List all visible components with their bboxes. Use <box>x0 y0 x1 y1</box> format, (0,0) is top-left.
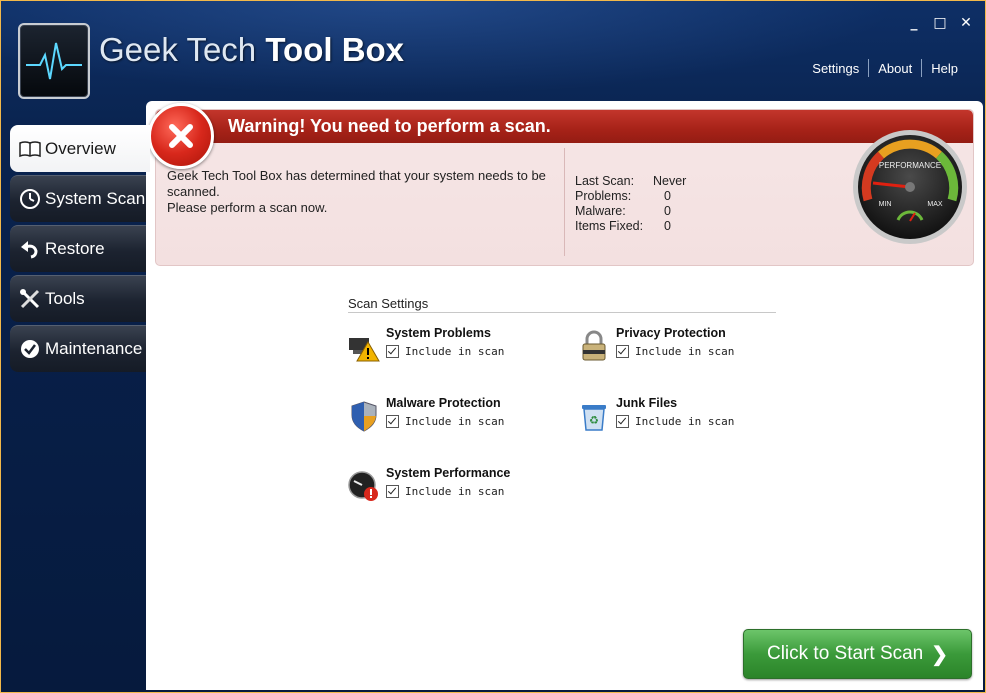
stat-label: Malware: <box>575 204 626 218</box>
stat-value: Never <box>653 174 687 188</box>
include-checkbox[interactable] <box>616 415 629 428</box>
padlock-icon <box>578 330 610 362</box>
stat-value: 0 <box>664 189 671 203</box>
option-name: System Problems <box>386 326 491 340</box>
divider <box>564 148 565 256</box>
stat-malware: Malware: 0 <box>575 204 686 219</box>
error-x-icon <box>148 103 214 169</box>
svg-text:♻: ♻ <box>589 414 599 427</box>
include-checkbox-row: Include in scan <box>386 415 504 428</box>
scan-stats: Last Scan: Never Problems: 0 Malware: 0 … <box>575 174 686 234</box>
maximize-button[interactable]: □ <box>933 15 947 31</box>
sidebar-item-label: Overview <box>45 139 116 158</box>
option-name: Junk Files <box>616 396 678 410</box>
sidebar-item-overview[interactable]: Overview <box>10 125 150 172</box>
system-problems-icon <box>348 330 380 362</box>
start-scan-button[interactable]: Click to Start Scan ❯ <box>743 629 972 679</box>
stat-label: Last Scan: <box>575 174 635 188</box>
chevron-right-icon: ❯ <box>931 643 949 666</box>
clock-icon <box>19 188 41 210</box>
scan-settings-title: Scan Settings <box>348 296 776 313</box>
main-panel: Warning! You need to perform a scan. Gee… <box>146 101 983 690</box>
option-privacy-protection: Privacy Protection Include in scan <box>578 326 778 366</box>
settings-link[interactable]: Settings <box>803 61 868 76</box>
checkbox-label: Include in scan <box>405 485 505 498</box>
app-title-light: Geek Tech <box>99 31 257 68</box>
warning-message-line2: Please perform a scan now. <box>167 200 328 215</box>
option-name: System Performance <box>386 466 511 480</box>
top-links: Settings About Help <box>803 59 967 77</box>
sidebar-item-label: Restore <box>45 239 105 258</box>
scan-settings: Scan Settings <box>348 296 778 313</box>
include-checkbox[interactable] <box>386 485 399 498</box>
include-checkbox-row: Include in scan <box>616 345 734 358</box>
stat-last-scan: Last Scan: Never <box>575 174 686 189</box>
option-system-problems: System Problems Include in scan <box>348 326 548 366</box>
recycle-bin-icon: ♻ <box>578 400 610 432</box>
start-scan-label: Click to Start Scan <box>766 643 924 664</box>
performance-gauge-icon: PERFORMANCE MIN MAX <box>851 128 969 246</box>
option-name: Malware Protection <box>386 396 501 410</box>
include-checkbox-row: Include in scan <box>386 345 504 358</box>
warning-message-line1: Geek Tech Tool Box has determined that y… <box>167 168 546 199</box>
include-checkbox[interactable] <box>616 345 629 358</box>
undo-arrow-icon <box>19 238 41 260</box>
close-button[interactable]: ✕ <box>959 15 973 31</box>
stat-value: 0 <box>664 204 671 218</box>
tools-icon <box>19 288 41 310</box>
gauge-min-label: MIN <box>879 201 892 208</box>
app-logo-icon <box>18 23 90 99</box>
checkbox-label: Include in scan <box>405 415 505 428</box>
option-malware-protection: Malware Protection Include in scan <box>348 396 548 436</box>
stat-label: Items Fixed: <box>575 219 644 233</box>
app-title: Geek Tech Tool Box <box>99 31 404 69</box>
sidebar-item-maintenance[interactable]: Maintenance <box>10 325 148 372</box>
include-checkbox-row: Include in scan <box>386 485 504 498</box>
stat-problems: Problems: 0 <box>575 189 686 204</box>
sidebar-item-label: Tools <box>45 289 85 308</box>
gauge-max-label: MAX <box>927 201 943 208</box>
gauge-label: PERFORMANCE <box>879 161 941 170</box>
option-name: Privacy Protection <box>616 326 726 340</box>
help-link[interactable]: Help <box>922 61 967 76</box>
minimize-button[interactable]: _ <box>907 15 921 31</box>
app-title-bold: Tool Box <box>265 31 405 68</box>
checkbox-label: Include in scan <box>635 415 735 428</box>
sidebar-item-label: System Scan <box>45 189 146 208</box>
about-link[interactable]: About <box>869 61 921 76</box>
performance-alert-icon <box>348 470 380 502</box>
app-window: _ □ ✕ Geek Tech Tool Box Settings About … <box>1 1 985 692</box>
option-junk-files: ♻ Junk Files Include in scan <box>578 396 778 436</box>
warning-panel: Warning! You need to perform a scan. Gee… <box>148 103 974 266</box>
sidebar-item-system-scan[interactable]: System Scan <box>10 175 148 222</box>
stat-value: 0 <box>664 219 671 233</box>
option-system-performance: System Performance Include in scan <box>348 466 548 506</box>
include-checkbox-row: Include in scan <box>616 415 734 428</box>
shield-icon <box>348 400 380 432</box>
sidebar-item-restore[interactable]: Restore <box>10 225 148 272</box>
stat-label: Problems: <box>575 189 632 203</box>
warning-title: Warning! You need to perform a scan. <box>228 116 551 136</box>
maintenance-icon <box>19 338 41 360</box>
checkbox-label: Include in scan <box>405 345 505 358</box>
sidebar-item-tools[interactable]: Tools <box>10 275 148 322</box>
window-controls: _ □ ✕ <box>907 15 973 31</box>
warning-message: Geek Tech Tool Box has determined that y… <box>167 168 567 216</box>
book-icon <box>19 138 41 160</box>
include-checkbox[interactable] <box>386 345 399 358</box>
sidebar-item-label: Maintenance <box>45 339 143 358</box>
checkbox-label: Include in scan <box>635 345 735 358</box>
stat-items-fixed: Items Fixed: 0 <box>575 219 686 234</box>
include-checkbox[interactable] <box>386 415 399 428</box>
